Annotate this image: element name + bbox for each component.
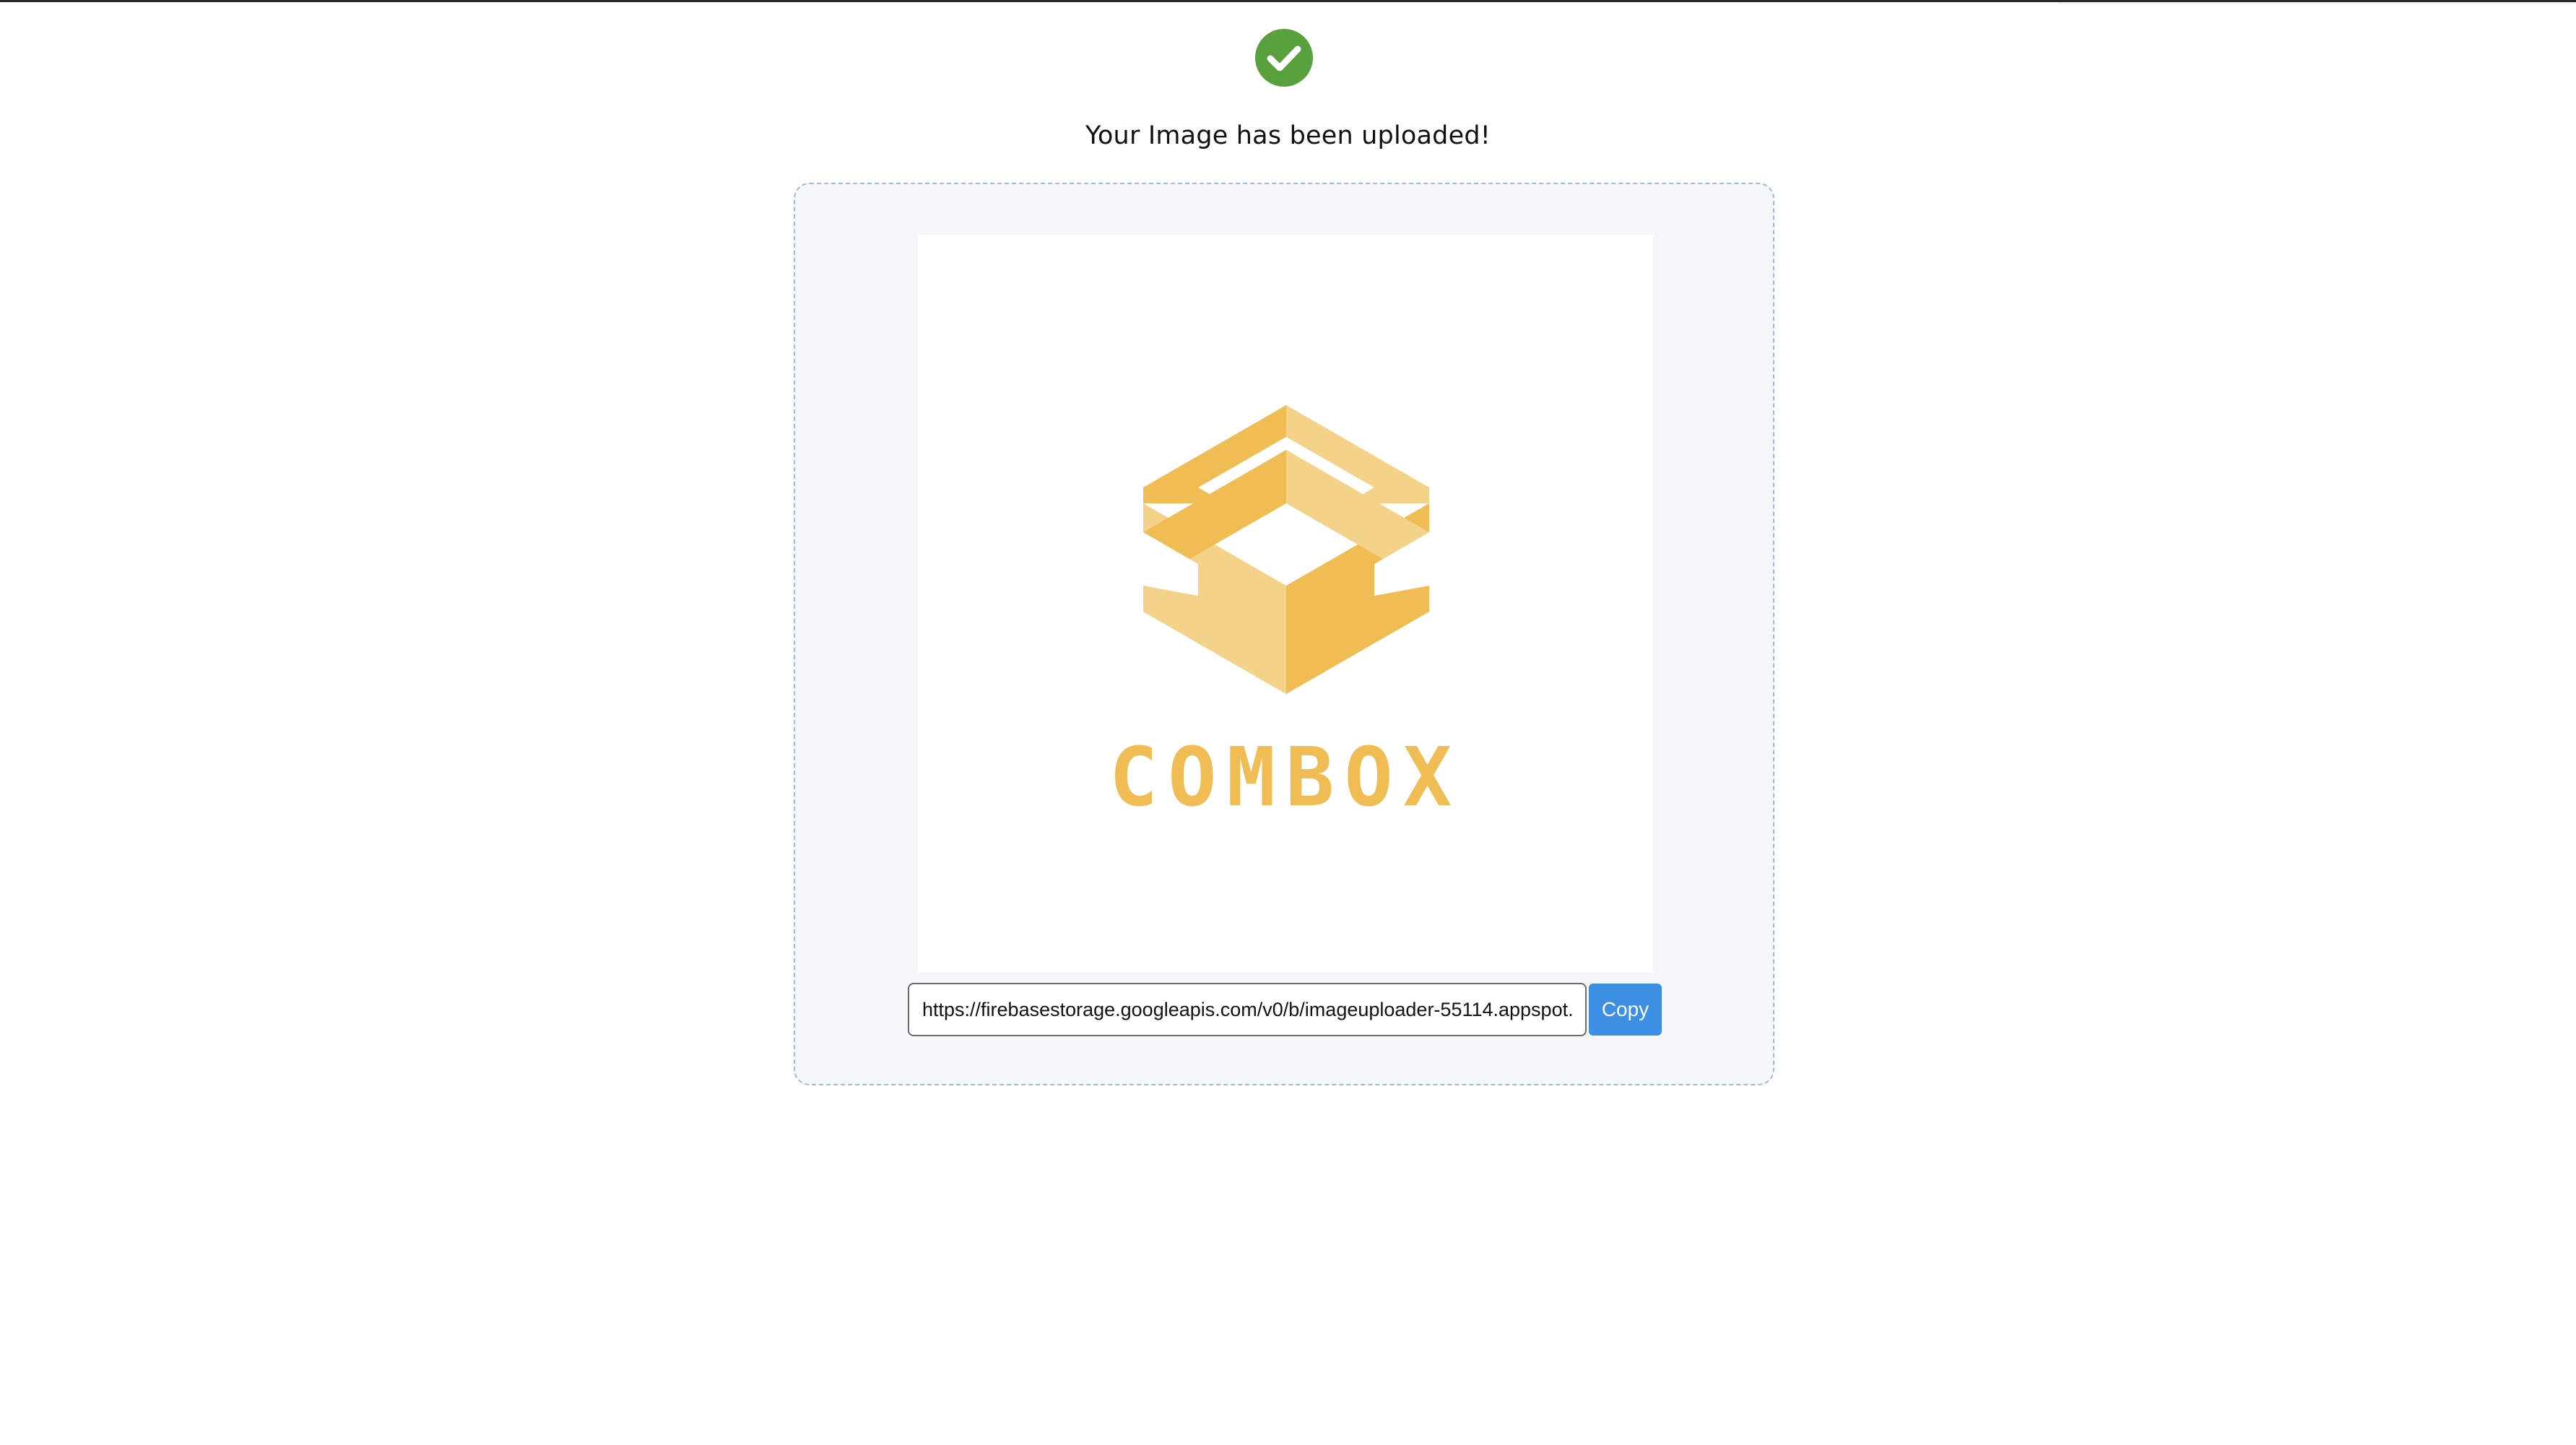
upload-success-message: Your Image has been uploaded! xyxy=(1085,121,1491,150)
top-shadow xyxy=(2058,2,2576,5)
uploaded-image-preview: COMBOX xyxy=(918,235,1653,973)
upload-card: COMBOX Copy xyxy=(794,183,1774,1085)
check-circle-icon xyxy=(1255,29,1313,87)
url-row: Copy xyxy=(908,983,1662,1036)
logo-text: COMBOX xyxy=(1109,731,1462,825)
copy-button[interactable]: Copy xyxy=(1589,984,1662,1036)
image-url-field[interactable] xyxy=(908,983,1587,1036)
combox-logo-icon: COMBOX xyxy=(1109,405,1462,825)
